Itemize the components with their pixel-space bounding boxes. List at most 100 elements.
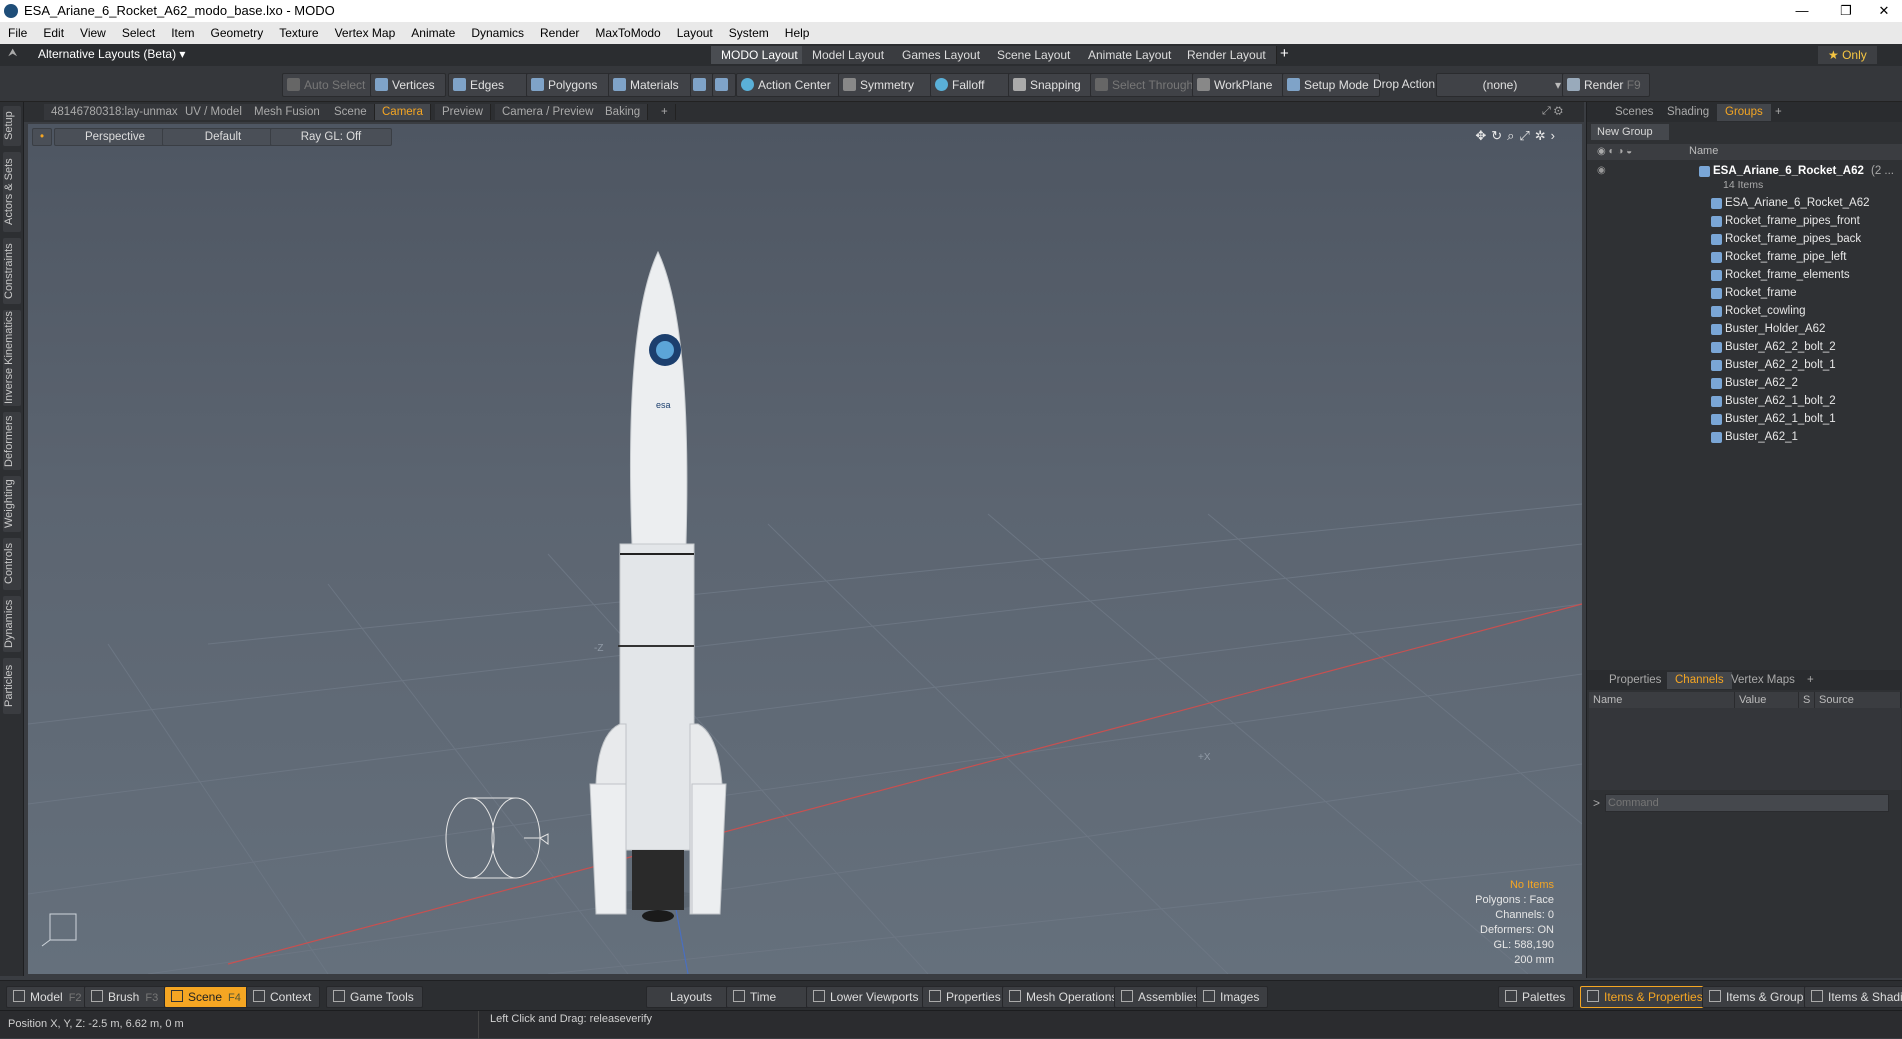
scene-button[interactable]: Scene F4 [164, 986, 250, 1008]
time-button[interactable]: Time [726, 986, 818, 1008]
group-item-row[interactable]: Rocket_frame_pipes_back [1587, 230, 1902, 248]
raygl-toggle[interactable]: Ray GL: Off [270, 128, 392, 146]
side-tab-particles[interactable]: Particles [3, 658, 21, 714]
command-input[interactable] [1605, 794, 1889, 812]
setup-mode-button[interactable]: Setup Mode [1282, 73, 1380, 97]
tab-scenes[interactable]: Scenes [1607, 104, 1661, 121]
menu-file[interactable]: File [0, 22, 35, 44]
tab-groups[interactable]: Groups [1717, 104, 1771, 121]
group-item-row[interactable]: Buster_A62_1_bolt_2 [1587, 392, 1902, 410]
group-item-row[interactable]: ESA_Ariane_6_Rocket_A62 [1587, 194, 1902, 212]
palettes-button[interactable]: Palettes [1498, 986, 1575, 1008]
channels-source-header[interactable]: Source [1815, 692, 1901, 708]
menu-system[interactable]: System [721, 22, 777, 44]
only-button[interactable]: ★ Only [1818, 46, 1877, 64]
tab-shading[interactable]: Shading [1659, 104, 1717, 121]
tab-model-layout[interactable]: Model Layout [802, 46, 896, 64]
tab-preview[interactable]: Preview [435, 104, 491, 120]
camera-wireframe-icon[interactable] [445, 797, 549, 879]
tab-baking[interactable]: Baking [598, 104, 649, 120]
group-item-row[interactable]: Buster_A62_2 [1587, 374, 1902, 392]
channels-name-header[interactable]: Name [1589, 692, 1735, 708]
assemblies-button[interactable]: Assemblies [1114, 986, 1209, 1008]
add-viewport-tab-button[interactable]: + [654, 104, 676, 120]
tab-camera-preview[interactable]: Camera / Preview [495, 104, 602, 120]
menu-texture[interactable]: Texture [271, 22, 326, 44]
minimize-button[interactable]: — [1780, 0, 1824, 22]
add-lower-tab-button[interactable]: + [1799, 672, 1822, 689]
render-button[interactable]: Render F9 [1562, 73, 1650, 97]
snapping-button[interactable]: Snapping [1008, 73, 1096, 97]
tab-games-layout[interactable]: Games Layout [892, 46, 992, 64]
auto-select-button[interactable]: Auto Select [282, 73, 373, 97]
side-tab-actors-sets[interactable]: Actors & Sets [3, 152, 21, 232]
perspective-dropdown[interactable]: Perspective [54, 128, 176, 146]
materials-button[interactable]: Materials [608, 73, 696, 97]
group-item-row[interactable]: Buster_Holder_A62 [1587, 320, 1902, 338]
items-properties-button[interactable]: Items & Properties [1580, 986, 1712, 1008]
side-tab-inverse-kinematics[interactable]: Inverse Kinematics [3, 310, 21, 406]
channels-s-header[interactable]: S [1799, 692, 1815, 708]
tab-vertex-maps[interactable]: Vertex Maps [1723, 672, 1803, 689]
polygons-button[interactable]: Polygons [526, 73, 614, 97]
context-button[interactable]: Context [246, 986, 321, 1008]
layout-pin-icon[interactable]: ⮝ [8, 47, 20, 61]
menu-maxtomodo[interactable]: MaxToModo [587, 22, 668, 44]
group-item-row[interactable]: Buster_A62_1_bolt_1 [1587, 410, 1902, 428]
viewport-options-icon[interactable]: • [32, 128, 52, 146]
game-tools-button[interactable]: Game Tools [326, 986, 423, 1008]
add-panel-tab-button[interactable]: + [1767, 104, 1790, 121]
tab-modo-layout[interactable]: MODO Layout [711, 46, 809, 64]
tab-scene[interactable]: Scene [327, 104, 375, 120]
side-tab-setup[interactable]: Setup [3, 106, 21, 146]
group-item-row[interactable]: Rocket_frame_pipes_front [1587, 212, 1902, 230]
menu-vertex-map[interactable]: Vertex Map [327, 22, 404, 44]
side-tab-weighting[interactable]: Weighting [3, 476, 21, 532]
model-button[interactable]: Model F2 [6, 986, 91, 1008]
name-column-header[interactable]: Name [1689, 145, 1718, 157]
tab-properties[interactable]: Properties [1601, 672, 1669, 689]
items-shading-button[interactable]: Items & Shading [1804, 986, 1902, 1008]
group-item-row[interactable]: Rocket_frame_elements [1587, 266, 1902, 284]
tab-animate-layout[interactable]: Animate Layout [1078, 46, 1183, 64]
rocket-model[interactable]: esa [589, 250, 727, 922]
new-group-button[interactable]: New Group [1591, 124, 1669, 140]
menu-render[interactable]: Render [532, 22, 587, 44]
workplane-button[interactable]: WorkPlane [1192, 73, 1286, 97]
select-through-button[interactable]: Select Through [1090, 73, 1198, 97]
group-item-row[interactable]: Rocket_frame [1587, 284, 1902, 302]
mesh-operations-button[interactable]: Mesh Operations [1002, 986, 1127, 1008]
select-toggle-1-icon[interactable] [690, 73, 714, 97]
menu-select[interactable]: Select [114, 22, 163, 44]
properties-button[interactable]: Properties [922, 986, 1010, 1008]
side-tab-dynamics[interactable]: Dynamics [3, 596, 21, 652]
default-style-dropdown[interactable]: Default [162, 128, 284, 146]
select-toggle-2-icon[interactable] [712, 73, 736, 97]
layouts-button[interactable]: Layouts [646, 986, 738, 1008]
images-button[interactable]: Images [1196, 986, 1269, 1008]
tab-channels[interactable]: Channels [1667, 672, 1732, 689]
brush-button[interactable]: Brush F3 [84, 986, 168, 1008]
action-center-button[interactable]: Action Center [736, 73, 846, 97]
menu-view[interactable]: View [72, 22, 114, 44]
tab-camera[interactable]: Camera [375, 104, 431, 120]
falloff-button[interactable]: Falloff [930, 73, 1014, 97]
lower-viewports-button[interactable]: Lower Viewports [806, 986, 928, 1008]
3d-viewport[interactable]: -Z +X esa • Perspective Default Ray GL: … [28, 124, 1582, 974]
side-tab-constraints[interactable]: Constraints [3, 238, 21, 304]
maximize-viewport-icon[interactable]: ⤢ ⚙ [1542, 105, 1563, 118]
tab-lay-unmax[interactable]: 48146780318:lay-unmax [44, 104, 186, 120]
group-item-row[interactable]: Buster_A62_2_bolt_2 [1587, 338, 1902, 356]
edges-button[interactable]: Edges [448, 73, 532, 97]
menu-edit[interactable]: Edit [35, 22, 72, 44]
vertices-button[interactable]: Vertices [370, 73, 446, 97]
group-item-row[interactable]: Rocket_frame_pipe_left [1587, 248, 1902, 266]
tab-mesh-fusion[interactable]: Mesh Fusion [247, 104, 328, 120]
tab-render-layout[interactable]: Render Layout [1177, 46, 1277, 64]
menu-animate[interactable]: Animate [403, 22, 463, 44]
alternative-layouts-dropdown[interactable]: Alternative Layouts (Beta) ▾ [38, 47, 185, 61]
visibility-col-icon[interactable]: ◉ ◐ ◑ ◒ [1597, 146, 1632, 157]
menu-geometry[interactable]: Geometry [203, 22, 272, 44]
symmetry-button[interactable]: Symmetry [838, 73, 932, 97]
menu-layout[interactable]: Layout [669, 22, 721, 44]
